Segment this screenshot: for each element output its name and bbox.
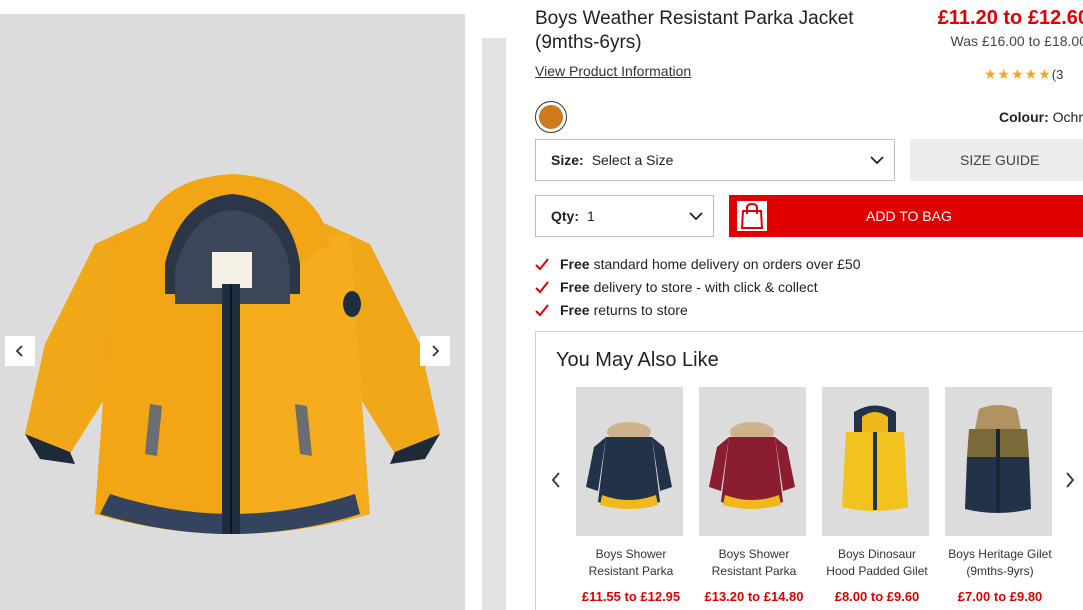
rec-card-1[interactable]: Boys Shower Resistant Parka £11.55 to £1… — [576, 387, 686, 604]
recs-title: You May Also Like — [556, 349, 719, 371]
recs-prev-arrow-icon[interactable] — [549, 471, 563, 489]
chevron-left-icon — [15, 345, 23, 357]
delivery-benefits-list: Free standard home delivery on orders ov… — [535, 252, 861, 321]
recs-next-arrow-icon[interactable] — [1063, 471, 1077, 489]
size-select-value: Select a Size — [591, 152, 674, 168]
benefit-text: delivery to store - with click & collect — [593, 278, 818, 295]
parka-burgundy-image — [709, 422, 795, 509]
rec-card-2[interactable]: Boys Shower Resistant Parka £13.20 to £1… — [699, 387, 809, 604]
product-image — [25, 174, 440, 534]
parka-navy-image — [586, 422, 672, 509]
check-icon — [535, 257, 549, 270]
rec-name[interactable]: Boys Heritage Gilet (9mths-9yrs) — [945, 546, 1055, 580]
view-product-information-link[interactable]: View Product Information — [535, 63, 691, 79]
rec-image[interactable] — [822, 387, 929, 536]
product-title: Boys Weather Resistant Parka Jacket (9mt… — [535, 8, 854, 53]
gallery-next-button[interactable] — [420, 336, 450, 366]
gilet-heritage-image — [965, 405, 1031, 513]
colour-value: Ochre — [1052, 109, 1083, 125]
chevron-down-icon — [689, 212, 703, 221]
add-to-bag-label: ADD TO BAG — [866, 208, 952, 224]
size-select-label: Size: — [551, 152, 584, 168]
size-select[interactable]: Size: Select a Size — [535, 139, 895, 181]
chevron-down-icon — [870, 156, 884, 165]
star-icons: ★★★★★ — [984, 66, 1052, 82]
rec-image[interactable] — [945, 387, 1052, 536]
add-to-bag-button[interactable]: ADD TO BAG — [729, 195, 1083, 237]
rec-price: £7.00 to £9.80 — [957, 589, 1043, 604]
rec-price: £8.00 to £9.60 — [834, 589, 920, 604]
benefit-item: Free delivery to store - with click & co… — [535, 275, 861, 298]
rec-name[interactable]: Boys Dinosaur Hood Padded Gilet — [822, 546, 932, 580]
gilet-yellow-image — [842, 405, 908, 511]
rating-stars[interactable]: ★★★★★(3 — [984, 66, 1063, 83]
benefit-text: standard home delivery on orders over £5… — [593, 255, 861, 272]
colour-label: Colour: Ochre — [999, 109, 1083, 125]
benefit-bold: Free — [560, 255, 590, 272]
size-guide-button[interactable]: SIZE GUIDE — [910, 139, 1083, 181]
product-image-gallery — [0, 14, 465, 610]
rec-price: £11.55 to £12.95 — [581, 589, 681, 604]
benefit-bold: Free — [560, 278, 590, 295]
product-price: £11.20 to £12.60 — [937, 7, 1083, 29]
rec-price: £13.20 to £14.80 — [704, 589, 804, 604]
you-may-also-like-panel: You May Also Like Boys Shower Resistant … — [535, 331, 1083, 610]
benefit-item: Free standard home delivery on orders ov… — [535, 252, 861, 275]
rating-count: (3 — [1051, 67, 1064, 82]
shopping-bag-icon — [737, 201, 767, 231]
benefit-bold: Free — [560, 301, 590, 318]
check-icon — [535, 303, 549, 316]
chevron-right-icon — [432, 345, 440, 357]
gallery-next-image-peek — [482, 38, 506, 610]
rec-image[interactable] — [699, 387, 806, 536]
was-price: Was £16.00 to £18.00 — [950, 33, 1083, 49]
colour-swatch-ochre[interactable] — [535, 101, 567, 133]
qty-select-label: Qty: — [551, 208, 579, 224]
colour-label-title: Colour: — [999, 109, 1049, 125]
rec-name[interactable]: Boys Shower Resistant Parka — [576, 546, 686, 580]
benefit-text: returns to store — [593, 301, 688, 318]
benefit-item: Free returns to store — [535, 298, 861, 321]
rec-image[interactable] — [576, 387, 683, 536]
qty-select[interactable]: Qty: 1 — [535, 195, 714, 237]
gallery-prev-button[interactable] — [5, 336, 35, 366]
rec-card-4[interactable]: Boys Heritage Gilet (9mths-9yrs) £7.00 t… — [945, 387, 1055, 604]
swatch-fill — [539, 105, 563, 129]
rec-card-3[interactable]: Boys Dinosaur Hood Padded Gilet £8.00 to… — [822, 387, 932, 604]
rec-name[interactable]: Boys Shower Resistant Parka — [699, 546, 809, 580]
qty-select-value: 1 — [587, 208, 595, 224]
check-icon — [535, 280, 549, 293]
